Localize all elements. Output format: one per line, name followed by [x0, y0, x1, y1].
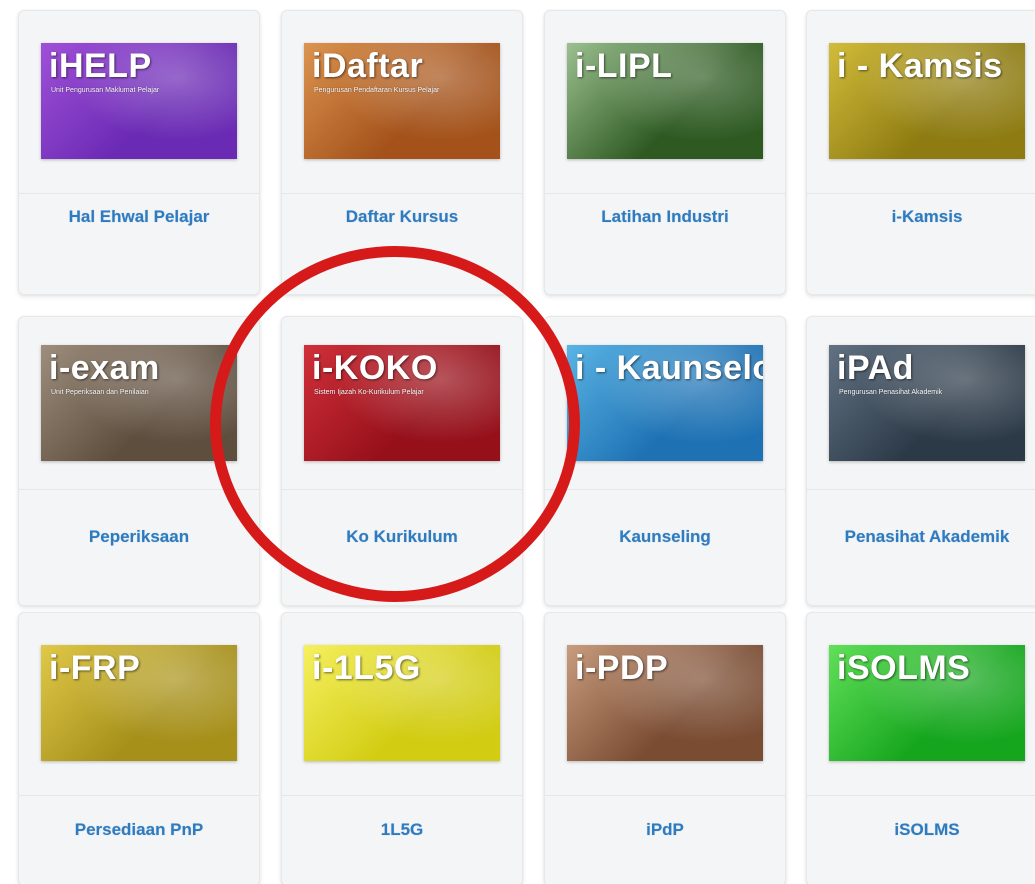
- module-thumbnail[interactable]: i-1L5G: [282, 613, 522, 796]
- isolms-logo-icon[interactable]: iSOLMS: [829, 645, 1025, 761]
- module-tile[interactable]: i-1L5G 1L5G: [281, 612, 523, 884]
- module-thumbnail[interactable]: i - Kamsis: [807, 11, 1035, 194]
- module-tile[interactable]: i-exam Unit Peperiksaan dan Penilaian Pepe…: [18, 316, 260, 606]
- module-thumbnail[interactable]: iDaftar Pengurusan Pendaftaran Kursus Pel…: [282, 11, 522, 194]
- module-tile[interactable]: iSOLMS iSOLMS: [806, 612, 1035, 884]
- ikoko-logo-icon[interactable]: i-KOKO Sistem Ijazah Ko-Kurikulum Pelajar: [304, 345, 500, 461]
- module-logo-title: i - Kamsis: [837, 47, 1003, 85]
- module-logo-title: i-FRP: [49, 649, 141, 687]
- module-label[interactable]: i-Kamsis: [807, 207, 1035, 227]
- i1l5g-logo-icon[interactable]: i-1L5G: [304, 645, 500, 761]
- module-logo-title: i-exam: [49, 349, 160, 387]
- module-tile[interactable]: i - Kaunselor Kaunseling: [544, 316, 786, 606]
- module-logo-subtitle: Unit Peperiksaan dan Penilaian: [51, 389, 149, 396]
- module-logo-title: i-PDP: [575, 649, 669, 687]
- module-logo-title: i-LIPL: [575, 47, 673, 85]
- iexam-logo-icon[interactable]: i-exam Unit Peperiksaan dan Penilaian: [41, 345, 237, 461]
- module-thumbnail[interactable]: iSOLMS: [807, 613, 1035, 796]
- module-label[interactable]: iSOLMS: [807, 820, 1035, 840]
- module-tile[interactable]: iDaftar Pengurusan Pendaftaran Kursus Pel…: [281, 10, 523, 295]
- module-logo-subtitle: Unit Pengurusan Maklumat Pelajar: [51, 87, 160, 94]
- module-tile[interactable]: i-FRP Persediaan PnP: [18, 612, 260, 884]
- module-thumbnail[interactable]: i-PDP: [545, 613, 785, 796]
- module-logo-title: i-1L5G: [312, 649, 421, 687]
- ipdp-logo-icon[interactable]: i-PDP: [567, 645, 763, 761]
- module-label[interactable]: Kaunseling: [545, 527, 785, 547]
- module-thumbnail[interactable]: i-LIPL: [545, 11, 785, 194]
- module-thumbnail[interactable]: iHELP Unit Pengurusan Maklumat Pelajar: [19, 11, 259, 194]
- module-label[interactable]: Peperiksaan: [19, 527, 259, 547]
- module-logo-title: i-KOKO: [312, 349, 438, 387]
- ikamsis-logo-icon[interactable]: i - Kamsis: [829, 43, 1025, 159]
- module-tile[interactable]: i-KOKO Sistem Ijazah Ko-Kurikulum Pelajar…: [281, 316, 523, 606]
- module-logo-title: iPAd: [837, 349, 914, 387]
- module-label[interactable]: Ko Kurikulum: [282, 527, 522, 547]
- module-label[interactable]: Penasihat Akademik: [807, 527, 1035, 547]
- ipad-logo-icon[interactable]: iPAd Pengurusan Penasihat Akademik: [829, 345, 1025, 461]
- module-label[interactable]: Latihan Industri: [545, 207, 785, 227]
- module-tile[interactable]: iHELP Unit Pengurusan Maklumat Pelajar Hal…: [18, 10, 260, 295]
- module-thumbnail[interactable]: i-exam Unit Peperiksaan dan Penilaian: [19, 317, 259, 490]
- module-tile[interactable]: iPAd Pengurusan Penasihat Akademik Penasih…: [806, 316, 1035, 606]
- module-tile[interactable]: i - Kamsis i-Kamsis: [806, 10, 1035, 295]
- module-label[interactable]: iPdP: [545, 820, 785, 840]
- module-label[interactable]: Persediaan PnP: [19, 820, 259, 840]
- module-label[interactable]: Daftar Kursus: [282, 207, 522, 227]
- module-tile[interactable]: i-PDP iPdP: [544, 612, 786, 884]
- ifrp-logo-icon[interactable]: i-FRP: [41, 645, 237, 761]
- module-logo-subtitle: Pengurusan Penasihat Akademik: [839, 389, 943, 396]
- module-thumbnail[interactable]: i-FRP: [19, 613, 259, 796]
- ilipl-logo-icon[interactable]: i-LIPL: [567, 43, 763, 159]
- module-label[interactable]: 1L5G: [282, 820, 522, 840]
- ikaunselor-logo-icon[interactable]: i - Kaunselor: [567, 345, 763, 461]
- module-thumbnail[interactable]: i-KOKO Sistem Ijazah Ko-Kurikulum Pelajar: [282, 317, 522, 490]
- module-thumbnail[interactable]: i - Kaunselor: [545, 317, 785, 490]
- ihelp-logo-icon[interactable]: iHELP Unit Pengurusan Maklumat Pelajar: [41, 43, 237, 159]
- module-logo-subtitle: Pengurusan Pendaftaran Kursus Pelajar: [314, 87, 440, 94]
- module-tile[interactable]: i-LIPL Latihan Industri: [544, 10, 786, 295]
- module-logo-title: iHELP: [49, 47, 152, 85]
- module-thumbnail[interactable]: iPAd Pengurusan Penasihat Akademik: [807, 317, 1035, 490]
- module-label[interactable]: Hal Ehwal Pelajar: [19, 207, 259, 227]
- module-logo-subtitle: Sistem Ijazah Ko-Kurikulum Pelajar: [314, 389, 424, 396]
- module-logo-title: iSOLMS: [837, 649, 971, 687]
- module-logo-title: i - Kaunselor: [575, 349, 763, 387]
- module-logo-title: iDaftar: [312, 47, 424, 85]
- idaftar-logo-icon[interactable]: iDaftar Pengurusan Pendaftaran Kursus Pel…: [304, 43, 500, 159]
- module-grid: iHELP Unit Pengurusan Maklumat Pelajar Hal…: [0, 0, 1035, 884]
